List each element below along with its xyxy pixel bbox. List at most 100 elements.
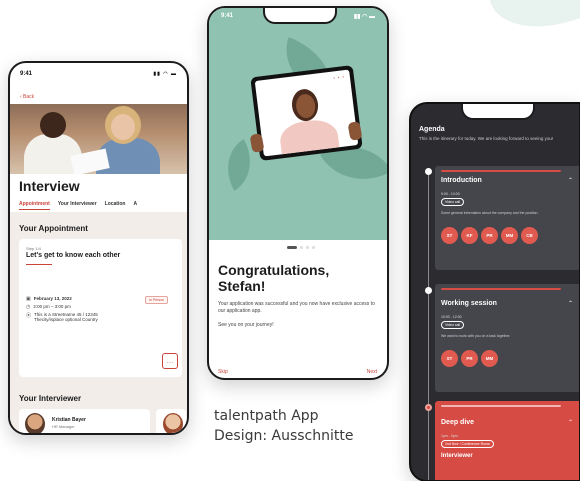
section-title: Your Appointment: [19, 224, 88, 233]
block-time: 9:00 - 10:00: [441, 192, 460, 196]
page-dot[interactable]: [312, 246, 315, 249]
caption-line-2: Design: Ausschnitte: [214, 428, 354, 444]
status-bar: 9:41 ▮▮ ◠ ▬: [10, 63, 187, 85]
window-dots-icon: • • •: [333, 74, 346, 81]
avatar: [25, 413, 45, 433]
block-accent-bar: [441, 170, 561, 172]
decorative-corner-shape: [482, 0, 580, 43]
time-text: 2:00 pm – 3:00 pm: [33, 304, 71, 309]
page-dot[interactable]: [306, 246, 309, 249]
congratulations-heading: Congratulations, Stefan!: [218, 262, 330, 295]
phone-interview-screen: 9:41 ▮▮ ◠ ▬ ‹ Back Interview Appointment…: [8, 61, 189, 435]
block-accent-bar: [441, 288, 561, 290]
participant-avatars: ST PR MM: [441, 350, 498, 367]
location-text: This is a Streetname 45 / 12345 Thecity/…: [34, 312, 98, 322]
calendar-icon: ▣: [26, 296, 31, 302]
clock-icon: ◷: [26, 304, 31, 310]
block-subtitle: Interviewer: [441, 453, 473, 459]
avatar[interactable]: KF: [461, 227, 478, 244]
avatar[interactable]: CB: [521, 227, 538, 244]
caption-line-1: talentpath App: [214, 408, 319, 424]
status-icons: ▮▮ ◠ ▬: [153, 71, 177, 77]
block-title: Introduction: [441, 177, 482, 184]
avatar[interactable]: PR: [481, 227, 498, 244]
tablet-screen: • • •: [254, 69, 359, 157]
card-heading: Let's get to know each other: [26, 252, 121, 259]
appointment-card: Step 1/4 Let's get to know each other ▣ …: [19, 239, 182, 377]
tablet-illustration: • • •: [250, 65, 363, 161]
chevron-up-icon[interactable]: ⌃: [568, 300, 573, 307]
date-text: February 13, 2022: [33, 296, 72, 301]
interview-photo: [10, 104, 187, 174]
timeline-dot-active: [425, 404, 432, 411]
block-accent-bar: [441, 405, 561, 407]
interviewer-role: HR Manager: [52, 424, 75, 429]
status-time: 9:41: [20, 71, 33, 77]
chevron-up-icon[interactable]: ⌃: [568, 177, 573, 184]
page-indicator: [287, 246, 315, 249]
avatar[interactable]: MM: [501, 227, 518, 244]
agenda-block-deep-dive[interactable]: Deep dive ⌃ 1pm - 3pm 2nd floor / Confer…: [435, 401, 579, 480]
avatar[interactable]: PR: [461, 350, 478, 367]
photo-person-b-head: [111, 114, 135, 140]
timeline-dot: [425, 287, 432, 294]
location-row: ⦿ This is a Streetname 45 / 12345 Thecit…: [26, 312, 106, 322]
meeting-type-badge: In Person: [145, 296, 168, 304]
caption: talentpath App Design: Ausschnitte: [214, 406, 353, 446]
interviewer-card[interactable]: Kristian Bayer HR Manager: [19, 409, 150, 433]
chevron-up-icon[interactable]: ⌃: [568, 419, 573, 426]
phone-notch: [263, 8, 337, 24]
block-description: Some general information about the compa…: [441, 211, 539, 215]
avatar: [163, 413, 183, 433]
avatar[interactable]: ST: [441, 350, 458, 367]
status-icons: ▮▮ ◠ ▬: [353, 13, 375, 20]
block-time: 10:00 - 12:00: [441, 315, 462, 319]
agenda-subtitle: This is the itinerary for today. We are …: [419, 136, 554, 141]
block-time: 1pm - 3pm: [441, 434, 458, 438]
phone-notch: [461, 104, 535, 120]
block-title: Working session: [441, 300, 497, 307]
time-row: ◷ 2:00 pm – 3:00 pm: [26, 304, 126, 310]
timeline-line: [428, 174, 429, 480]
hero-illustration: 9:41 ▮▮ ◠ ▬ • • •: [209, 8, 387, 240]
interviewer-card-next[interactable]: [156, 409, 186, 433]
status-time: 9:41: [221, 13, 234, 19]
tab-bar: Appointment Your Interviewer Location A: [19, 201, 137, 210]
phone-onboarding-screen: 9:41 ▮▮ ◠ ▬ • • • Congratulations, Stefa…: [207, 6, 389, 380]
interviewer-section-title: Your Interviewer: [19, 394, 82, 403]
block-tag: Video call: [441, 321, 465, 329]
tab-appointment[interactable]: Appointment: [19, 201, 50, 210]
avatar[interactable]: ST: [441, 227, 458, 244]
date-row: ▣ February 13, 2022: [26, 296, 126, 302]
body-text: Your application was successful and you …: [218, 301, 375, 315]
hand-right: [347, 121, 363, 141]
body-text-2: See you on your journey!: [218, 322, 274, 328]
photo-person-a-head: [40, 112, 66, 138]
block-title: Deep dive: [441, 419, 475, 426]
agenda-block-introduction[interactable]: Introduction ⌃ 9:00 - 10:00 Video call S…: [435, 166, 579, 270]
agenda-block-working-session[interactable]: Working session ⌃ 10:00 - 12:00 Video ca…: [435, 284, 579, 392]
more-options-button[interactable]: …: [162, 353, 178, 369]
step-label: Step 1/4: [26, 246, 41, 251]
timeline-dot: [425, 168, 432, 175]
participant-avatars: ST KF PR MM CB: [441, 227, 538, 244]
interviewer-name: Kristian Bayer: [52, 417, 86, 423]
phone-agenda-screen: Agenda This is the itinerary for today. …: [409, 102, 580, 481]
page-dot[interactable]: [300, 246, 303, 249]
block-tag: 2nd floor / Conference Room: [441, 440, 494, 448]
person-body: [278, 117, 341, 157]
next-button[interactable]: Next: [367, 369, 377, 375]
tab-your-interviewer[interactable]: Your Interviewer: [58, 201, 97, 210]
page-dot-active[interactable]: [287, 246, 297, 249]
avatar[interactable]: MM: [481, 350, 498, 367]
block-tag: Video call: [441, 198, 465, 206]
card-divider: [26, 264, 52, 265]
agenda-title: Agenda: [419, 126, 445, 133]
back-button[interactable]: ‹ Back: [20, 94, 34, 100]
location-pin-icon: ⦿: [26, 313, 32, 319]
tab-location[interactable]: Location: [105, 201, 126, 210]
tab-more[interactable]: A: [133, 201, 137, 210]
page-title: Interview: [19, 178, 80, 194]
block-description: We want to work with you on a task toget…: [441, 334, 511, 338]
skip-button[interactable]: Skip: [218, 369, 228, 375]
